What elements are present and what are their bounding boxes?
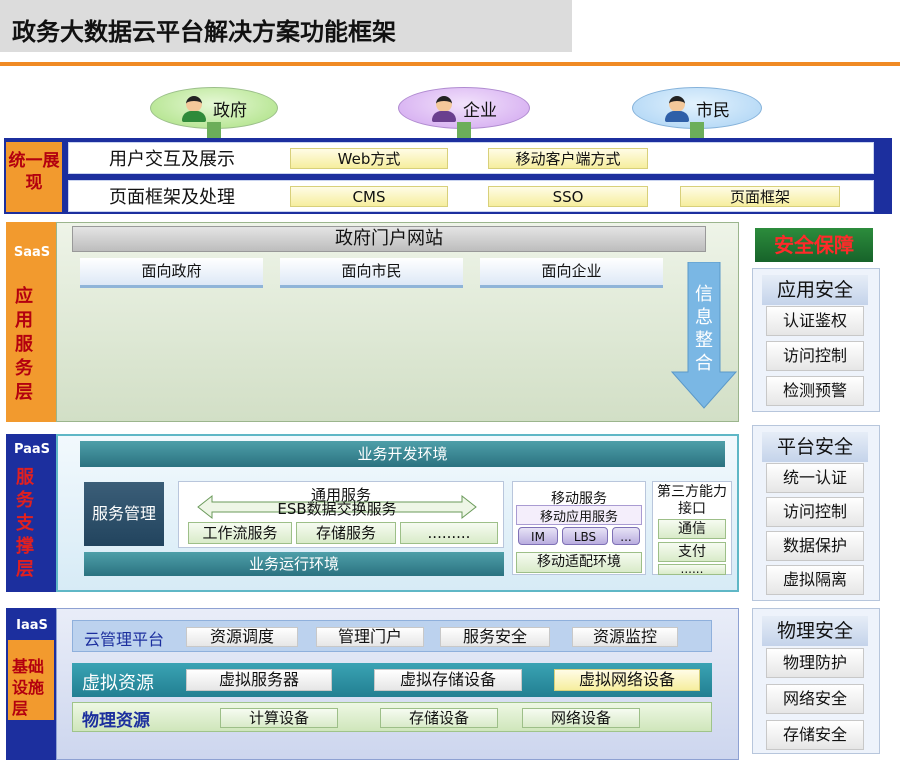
face-government: 面向政府 <box>80 258 263 288</box>
virtual-network: 虚拟网络设备 <box>554 669 700 691</box>
user-label: 政府 <box>213 100 247 121</box>
esb-label: ESB数据交换服务 <box>277 500 397 518</box>
cms-box: CMS <box>290 186 448 207</box>
security-item: 物理防护 <box>766 648 864 678</box>
physical-label: 物理资源 <box>82 711 150 731</box>
info-integration-label: 信息整合 <box>695 284 713 374</box>
security-item: 数据保护 <box>766 531 864 561</box>
dev-env-bar: 业务开发环境 <box>80 441 725 467</box>
presentation-row-1: 用户交互及展示 <box>68 142 874 174</box>
runtime-env-bar: 业务运行环境 <box>84 552 504 576</box>
page-title: 政务大数据云平台解决方案功能框架 <box>0 0 572 52</box>
saas-side-label: 应用服务层 <box>15 286 33 403</box>
title-divider <box>0 62 900 66</box>
mobile-app-service: 移动应用服务 <box>516 505 642 525</box>
person-icon <box>664 94 690 122</box>
security-item: 网络安全 <box>766 684 864 714</box>
mgmt-portal: 管理门户 <box>316 627 424 647</box>
user-label: 企业 <box>463 100 497 121</box>
security-item: 访问控制 <box>766 341 864 371</box>
portal-bar: 政府门户网站 <box>72 226 706 252</box>
page-framework-box: 页面框架 <box>680 186 840 207</box>
cloud-mgmt-label: 云管理平台 <box>84 630 165 649</box>
security-item: 访问控制 <box>766 497 864 527</box>
payment-box: 支付 <box>658 542 726 562</box>
security-head-physical: 物理安全 <box>762 616 868 646</box>
comm-box: 通信 <box>658 519 726 539</box>
third-more-box: ...... <box>658 563 726 575</box>
user-label: 市民 <box>696 100 730 121</box>
paas-tag: PaaS <box>13 442 51 457</box>
row-label: 用户交互及展示 <box>109 149 235 170</box>
more-pill: ... <box>612 527 640 545</box>
virtual-server: 虚拟服务器 <box>186 669 332 691</box>
resource-monitoring: 资源监控 <box>572 627 678 647</box>
saas-panel <box>56 222 739 422</box>
compute-device: 计算设备 <box>220 708 338 728</box>
workflow-service: 工作流服务 <box>188 522 292 544</box>
network-device: 网络设备 <box>522 708 640 728</box>
virtual-storage: 虚拟存储设备 <box>374 669 522 691</box>
security-item: 认证鉴权 <box>766 306 864 336</box>
security-item: 统一认证 <box>766 463 864 493</box>
im-pill: IM <box>518 527 558 545</box>
storage-device: 存储设备 <box>380 708 498 728</box>
web-box: Web方式 <box>290 148 448 169</box>
row-label: 页面框架及处理 <box>109 187 235 208</box>
security-item: 检测预警 <box>766 376 864 406</box>
mobile-client-box: 移动客户端方式 <box>488 148 648 169</box>
paas-side-label: 服务支撑层 <box>16 467 34 580</box>
person-icon <box>181 94 207 122</box>
service-security: 服务安全 <box>440 627 550 647</box>
resource-scheduling: 资源调度 <box>186 627 298 647</box>
iaas-tag: IaaS <box>16 618 48 633</box>
third-party-label: 第三方能力接口 <box>657 484 727 516</box>
saas-tag: SaaS <box>13 245 51 260</box>
sso-box: SSO <box>488 186 648 207</box>
security-head-platform: 平台安全 <box>762 432 868 462</box>
virtual-label: 虚拟资源 <box>82 673 154 694</box>
iaas-side-label: 基础设施层 <box>12 657 45 718</box>
security-item: 存储安全 <box>766 720 864 750</box>
face-citizen: 面向市民 <box>280 258 463 288</box>
lbs-pill: LBS <box>562 527 608 545</box>
security-item: 虚拟隔离 <box>766 565 864 595</box>
presentation-side-label: 统一展现 <box>6 142 62 212</box>
storage-service: 存储服务 <box>296 522 396 544</box>
service-mgmt-box: 服务管理 <box>84 482 164 546</box>
security-head-app: 应用安全 <box>762 275 868 305</box>
security-title: 安全保障 <box>755 228 873 262</box>
mobile-adapt-env: 移动适配环境 <box>516 552 642 573</box>
person-icon <box>431 94 457 122</box>
more-services: ......... <box>400 522 498 544</box>
face-enterprise: 面向企业 <box>480 258 663 288</box>
